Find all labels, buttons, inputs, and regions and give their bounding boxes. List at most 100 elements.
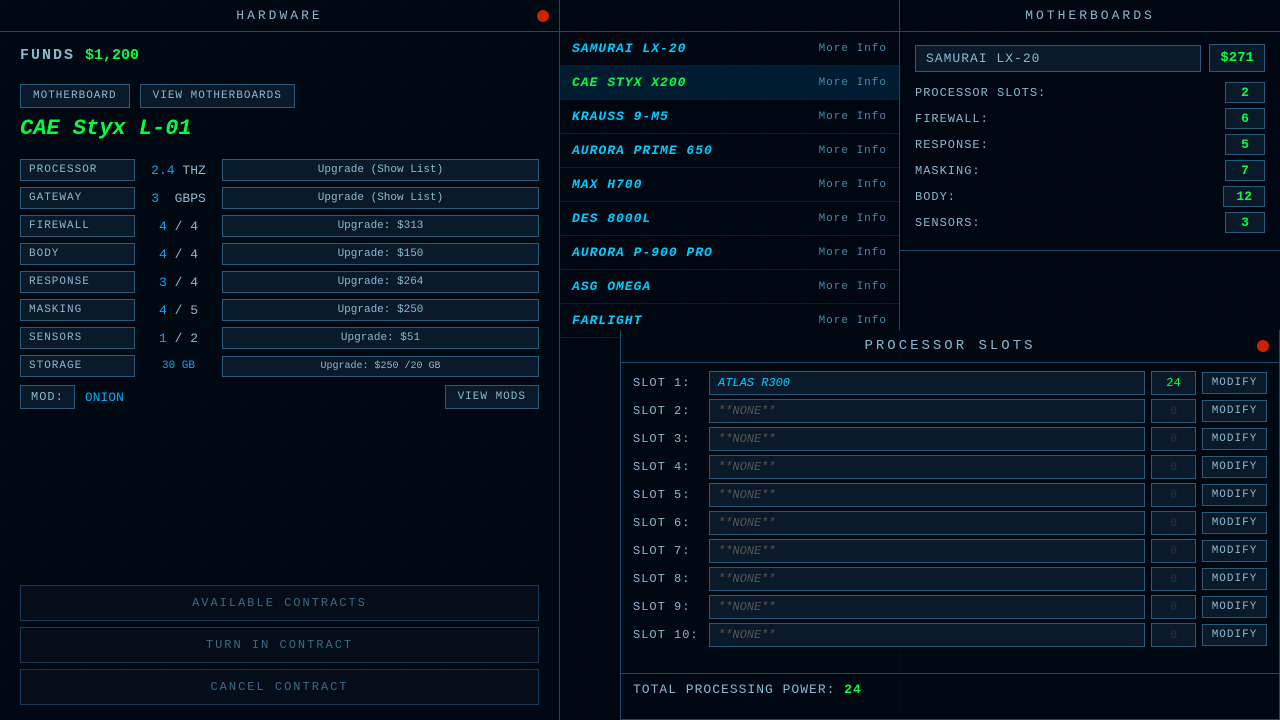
masking-upgrade-btn[interactable]: Upgrade: $250	[222, 299, 539, 321]
motherboard-list-item[interactable]: KRAUSS 9-M5 More Info	[560, 100, 899, 134]
modify-slot-button[interactable]: MODIFY	[1202, 372, 1267, 394]
more-info-button[interactable]: More Info	[819, 281, 887, 293]
modify-slot-button[interactable]: MODIFY	[1202, 568, 1267, 590]
processor-slots-list: SLOT 1: ATLAS R300 24 MODIFY SLOT 2: **N…	[621, 363, 1279, 673]
slot-name: **NONE**	[709, 539, 1145, 563]
modify-slot-button[interactable]: MODIFY	[1202, 428, 1267, 450]
processor-slot-row: SLOT 6: **NONE** 0 MODIFY	[633, 511, 1267, 535]
processor-upgrade-btn[interactable]: Upgrade (Show List)	[222, 159, 539, 181]
processor-slots-panel: Processor Slots SLOT 1: ATLAS R300 24 MO…	[620, 330, 1280, 720]
motherboard-list-item[interactable]: AURORA PRIME 650 More Info	[560, 134, 899, 168]
modify-slot-button[interactable]: MODIFY	[1202, 456, 1267, 478]
more-info-button[interactable]: More Info	[819, 145, 887, 157]
motherboard-list-item[interactable]: MAX H700 More Info	[560, 168, 899, 202]
more-info-button[interactable]: More Info	[819, 213, 887, 225]
mb-selected-name: SAMURAI LX-20	[915, 45, 1201, 72]
response-label-btn[interactable]: RESPONSE	[20, 271, 135, 293]
mb-stat-row: Response: 5	[915, 134, 1265, 155]
more-info-button[interactable]: More Info	[819, 247, 887, 259]
firewall-upgrade-btn[interactable]: Upgrade: $313	[222, 215, 539, 237]
motherboard-list-item-name: KRAUSS 9-M5	[572, 109, 669, 124]
mb-stat-value: 12	[1223, 186, 1265, 207]
storage-upgrade-btn[interactable]: Upgrade: $250 /20 GB	[222, 356, 539, 377]
sensors-value: 1 / 2	[141, 331, 216, 346]
more-info-button[interactable]: More Info	[819, 43, 887, 55]
motherboard-list-item[interactable]: SAMURAI LX-20 More Info	[560, 32, 899, 66]
view-mods-button[interactable]: View MODs	[445, 385, 539, 409]
mb-stat-label: Firewall:	[915, 112, 989, 126]
masking-label-btn[interactable]: MASKING	[20, 299, 135, 321]
mb-stat-row: Firewall: 6	[915, 108, 1265, 129]
mb-price: $271	[1209, 44, 1265, 72]
mb-stat-row: Body: 12	[915, 186, 1265, 207]
hardware-content: FUNDS $1,200 MOTHERBOARD View Motherboar…	[0, 32, 559, 575]
stat-row-gateway: GATEWAY 3 GBPS Upgrade (Show List)	[20, 187, 539, 209]
processor-value: 2.4 THZ	[141, 163, 216, 178]
slot-name: **NONE**	[709, 399, 1145, 423]
slot-label: SLOT 2:	[633, 404, 703, 418]
processor-slots-close-button[interactable]	[1257, 340, 1269, 352]
funds-label: FUNDS	[20, 47, 75, 64]
more-info-button[interactable]: More Info	[819, 111, 887, 123]
gateway-upgrade-btn[interactable]: Upgrade (Show List)	[222, 187, 539, 209]
stats-list: PROCESSOR 2.4 THZ Upgrade (Show List) GA…	[20, 159, 539, 377]
motherboard-list-item[interactable]: CAE STYX X200 More Info	[560, 66, 899, 100]
slot-name: **NONE**	[709, 595, 1145, 619]
modify-slot-button[interactable]: MODIFY	[1202, 484, 1267, 506]
slot-name: **NONE**	[709, 511, 1145, 535]
slot-power: 24	[1151, 371, 1196, 395]
mb-stat-label: Processor Slots:	[915, 86, 1046, 100]
hardware-panel-header: Hardware	[0, 0, 559, 32]
body-label-btn[interactable]: BODY	[20, 243, 135, 265]
modify-slot-button[interactable]: MODIFY	[1202, 596, 1267, 618]
processor-slot-row: SLOT 5: **NONE** 0 MODIFY	[633, 483, 1267, 507]
sensors-upgrade-btn[interactable]: Upgrade: $51	[222, 327, 539, 349]
slot-name: ATLAS R300	[709, 371, 1145, 395]
motherboard-button[interactable]: MOTHERBOARD	[20, 84, 130, 108]
modify-slot-button[interactable]: MODIFY	[1202, 400, 1267, 422]
total-power-value: 24	[844, 682, 862, 697]
motherboard-list-item[interactable]: AURORA P-900 PRO More Info	[560, 236, 899, 270]
sensors-label-btn[interactable]: SENSORS	[20, 327, 135, 349]
mod-label: MOD:	[20, 385, 75, 409]
modify-slot-button[interactable]: MODIFY	[1202, 512, 1267, 534]
slot-power: 0	[1151, 595, 1196, 619]
processor-label-btn[interactable]: PROCESSOR	[20, 159, 135, 181]
motherboard-list-item-name: DES 8000L	[572, 211, 651, 226]
processor-slot-row: SLOT 4: **NONE** 0 MODIFY	[633, 455, 1267, 479]
slot-label: SLOT 9:	[633, 600, 703, 614]
stat-row-storage: STORAGE 30 GB Upgrade: $250 /20 GB	[20, 355, 539, 377]
more-info-button[interactable]: More Info	[819, 315, 887, 327]
total-power-row: TOTAL PROCESSING POWER: 24	[621, 673, 1279, 705]
motherboard-list-item-name: SAMURAI LX-20	[572, 41, 686, 56]
slot-label: SLOT 5:	[633, 488, 703, 502]
hardware-close-button[interactable]	[537, 10, 549, 22]
more-info-button[interactable]: More Info	[819, 179, 887, 191]
mb-stat-value: 7	[1225, 160, 1265, 181]
total-power-label: TOTAL PROCESSING POWER:	[633, 682, 835, 697]
slot-label: SLOT 6:	[633, 516, 703, 530]
slot-name: **NONE**	[709, 567, 1145, 591]
processor-slot-row: SLOT 8: **NONE** 0 MODIFY	[633, 567, 1267, 591]
motherboards-info-title: Motherboards	[900, 0, 1280, 32]
motherboard-list-item[interactable]: ASG OMEGA More Info	[560, 270, 899, 304]
modify-slot-button[interactable]: MODIFY	[1202, 540, 1267, 562]
firewall-label-btn[interactable]: FIREWALL	[20, 215, 135, 237]
gateway-label-btn[interactable]: GATEWAY	[20, 187, 135, 209]
turn-in-contract-btn[interactable]: TURN IN CONTRACT	[20, 627, 539, 663]
processor-slot-row: SLOT 9: **NONE** 0 MODIFY	[633, 595, 1267, 619]
modify-slot-button[interactable]: MODIFY	[1202, 624, 1267, 646]
response-upgrade-btn[interactable]: Upgrade: $264	[222, 271, 539, 293]
more-info-button[interactable]: More Info	[819, 77, 887, 89]
cancel-contract-btn[interactable]: CANCEL CONTRACT	[20, 669, 539, 705]
motherboard-list-item[interactable]: DES 8000L More Info	[560, 202, 899, 236]
available-contracts-btn[interactable]: AVAILABLE CONTRACTS	[20, 585, 539, 621]
view-motherboards-button[interactable]: View Motherboards	[140, 84, 295, 108]
processor-slot-row: SLOT 1: ATLAS R300 24 MODIFY	[633, 371, 1267, 395]
storage-label-btn[interactable]: STORAGE	[20, 355, 135, 377]
motherboard-row: MOTHERBOARD View Motherboards	[20, 84, 539, 108]
hardware-title: Hardware	[236, 8, 322, 23]
mb-stat-row: Sensors: 3	[915, 212, 1265, 233]
motherboard-list-item-name: CAE STYX X200	[572, 75, 686, 90]
body-upgrade-btn[interactable]: Upgrade: $150	[222, 243, 539, 265]
